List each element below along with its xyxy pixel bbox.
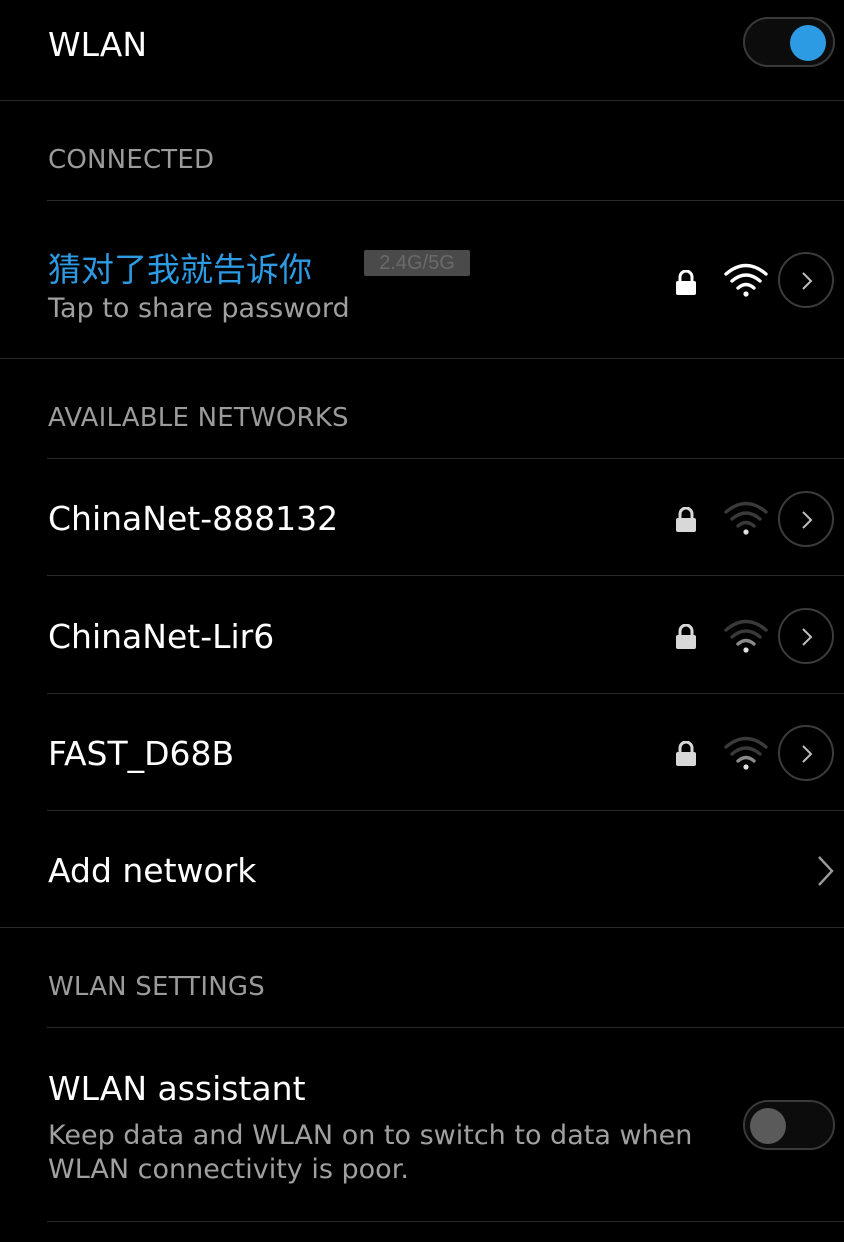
- network-detail-button[interactable]: [778, 491, 834, 547]
- network-detail-button[interactable]: [778, 725, 834, 781]
- chevron-right-icon: [802, 745, 813, 763]
- connected-detail-button[interactable]: [778, 252, 834, 308]
- wifi-signal-icon: [724, 736, 768, 770]
- wlan-assistant-desc-line1: Keep data and WLAN on to switch to data …: [48, 1120, 693, 1151]
- chevron-right-icon: [802, 628, 813, 646]
- network-row[interactable]: ChinaNet-888132: [0, 459, 844, 575]
- wifi-signal-icon: [724, 619, 768, 653]
- network-row[interactable]: FAST_D68B: [0, 694, 844, 810]
- wlan-switch[interactable]: [743, 17, 835, 67]
- network-row[interactable]: ChinaNet-Lir6: [0, 576, 844, 693]
- chevron-right-icon: [802, 272, 813, 290]
- wlan-assistant-row[interactable]: WLAN assistant Keep data and WLAN on to …: [0, 1028, 844, 1221]
- divider: [47, 1221, 844, 1222]
- network-ssid: FAST_D68B: [48, 734, 235, 773]
- band-badge: 2.4G/5G: [364, 250, 470, 276]
- wlan-settings-screen: WLAN CONNECTED 猜对了我就告诉你 Tap to share pas…: [0, 0, 844, 1242]
- lock-icon: [676, 741, 696, 766]
- wifi-signal-icon: [724, 501, 768, 535]
- wlan-toggle-row[interactable]: WLAN: [0, 0, 844, 100]
- wifi-signal-icon: [724, 263, 768, 297]
- connected-network-row[interactable]: 猜对了我就告诉你 Tap to share password: [0, 201, 844, 358]
- switch-knob: [750, 1108, 786, 1144]
- chevron-right-icon: [802, 511, 813, 529]
- divider: [0, 358, 844, 359]
- wlan-assistant-switch[interactable]: [743, 1100, 835, 1150]
- network-ssid: ChinaNet-Lir6: [48, 617, 275, 656]
- wlan-label: WLAN: [48, 25, 148, 64]
- divider: [0, 927, 844, 928]
- network-detail-button[interactable]: [778, 608, 834, 664]
- network-ssid: ChinaNet-888132: [48, 499, 339, 538]
- wlan-assistant-title: WLAN assistant: [48, 1069, 306, 1108]
- add-network-label: Add network: [48, 851, 257, 890]
- switch-knob: [790, 25, 826, 61]
- lock-icon: [676, 624, 696, 649]
- divider: [0, 100, 844, 101]
- chevron-right-icon: [818, 856, 834, 886]
- wlan-assistant-desc-line2: WLAN connectivity is poor.: [48, 1154, 409, 1185]
- add-network-row[interactable]: Add network: [0, 811, 844, 927]
- lock-icon: [676, 507, 696, 532]
- share-password-hint: Tap to share password: [48, 293, 350, 324]
- available-section-header: AVAILABLE NETWORKS: [48, 403, 349, 433]
- connected-section-header: CONNECTED: [48, 145, 215, 175]
- wlan-settings-section-header: WLAN SETTINGS: [48, 972, 265, 1002]
- lock-icon: [676, 270, 696, 295]
- connected-ssid: 猜对了我就告诉你: [48, 250, 312, 289]
